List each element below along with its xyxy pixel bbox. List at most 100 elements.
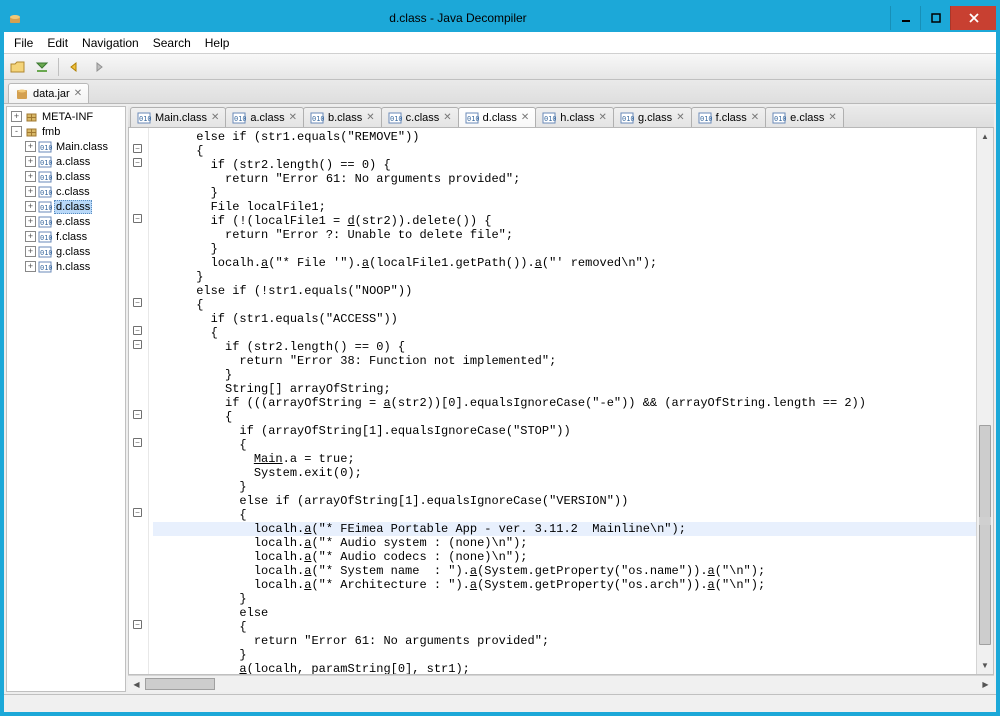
horizontal-scrollbar[interactable]: ◀ ▶ — [128, 675, 994, 692]
scroll-marker — [979, 517, 991, 525]
code-line: String[] arrayOfString; — [153, 382, 976, 396]
nav-forward-button[interactable] — [89, 57, 109, 77]
svg-text:010: 010 — [700, 115, 712, 123]
open-file-button[interactable] — [8, 57, 28, 77]
code-line: else if (arrayOfString[1].equalsIgnoreCa… — [153, 494, 976, 508]
code-line: System.exit(0); — [153, 466, 976, 480]
svg-text:010: 010 — [774, 115, 786, 123]
hscroll-thumb[interactable] — [145, 678, 215, 690]
fold-toggle[interactable]: − — [133, 620, 142, 629]
code-line: } — [153, 186, 976, 200]
scroll-down-icon[interactable]: ▼ — [977, 657, 993, 674]
close-icon[interactable]: ✕ — [211, 112, 219, 123]
code-line: } — [153, 368, 976, 382]
vertical-scrollbar[interactable]: ▲ ▼ — [976, 128, 993, 674]
fold-toggle[interactable]: − — [133, 508, 142, 517]
jar-tab-label: data.jar — [33, 88, 70, 100]
fold-toggle[interactable]: − — [133, 298, 142, 307]
code-line: localh.a("* File '").a(localFile1.getPat… — [153, 256, 976, 270]
fold-toggle[interactable]: − — [133, 340, 142, 349]
code-line: { — [153, 326, 976, 340]
code-line: return "Error ?: Unable to delete file"; — [153, 228, 976, 242]
close-icon[interactable]: ✕ — [676, 112, 684, 123]
code-line: localh.a("* FEimea Portable App - ver. 3… — [153, 522, 976, 536]
tree-node[interactable]: +010c.class — [7, 184, 125, 199]
close-icon[interactable]: ✕ — [751, 112, 759, 123]
scroll-left-icon[interactable]: ◀ — [128, 676, 145, 692]
editor-tab[interactable]: 010f.class ✕ — [691, 107, 767, 127]
fold-gutter[interactable]: − − − − − − − − − − — [129, 128, 149, 674]
editor-tab[interactable]: 010e.class ✕ — [765, 107, 844, 127]
scroll-right-icon[interactable]: ▶ — [977, 676, 994, 692]
fold-toggle[interactable]: − — [133, 158, 142, 167]
close-button[interactable] — [950, 6, 996, 30]
code-editor[interactable]: else if (str1.equals("REMOVE")) { if (st… — [149, 128, 976, 674]
window-title: d.class - Java Decompiler — [26, 11, 890, 25]
code-line: else if (!str1.equals("NOOP")) — [153, 284, 976, 298]
svg-text:010: 010 — [40, 204, 52, 212]
editor-tab[interactable]: 010c.class ✕ — [381, 107, 459, 127]
svg-text:010: 010 — [622, 115, 634, 123]
code-line: File localFile1; — [153, 200, 976, 214]
code-line: } — [153, 242, 976, 256]
tree-node[interactable]: +010h.class — [7, 259, 125, 274]
menubar: File Edit Navigation Search Help — [4, 32, 996, 54]
close-icon[interactable]: ✕ — [521, 112, 529, 123]
menu-search[interactable]: Search — [147, 34, 197, 52]
nav-back-button[interactable] — [65, 57, 85, 77]
titlebar: d.class - Java Decompiler — [4, 4, 996, 32]
fold-toggle[interactable]: − — [133, 438, 142, 447]
close-icon[interactable]: ✕ — [828, 112, 836, 123]
svg-text:010: 010 — [544, 115, 556, 123]
maximize-button[interactable] — [920, 6, 950, 30]
scroll-up-icon[interactable]: ▲ — [977, 128, 993, 145]
tree-node[interactable]: +010d.class — [7, 199, 125, 214]
editor-tab[interactable]: 010b.class ✕ — [303, 107, 382, 127]
code-line: } — [153, 480, 976, 494]
code-line: { — [153, 508, 976, 522]
fold-toggle[interactable]: − — [133, 144, 142, 153]
menu-edit[interactable]: Edit — [41, 34, 74, 52]
fold-toggle[interactable]: − — [133, 326, 142, 335]
tree-node[interactable]: +META-INF — [7, 109, 125, 124]
tree-node[interactable]: +010g.class — [7, 244, 125, 259]
code-line: { — [153, 410, 976, 424]
close-icon[interactable]: ✕ — [443, 112, 451, 123]
tree-node[interactable]: +010e.class — [7, 214, 125, 229]
package-explorer[interactable]: +META-INF-fmb+010Main.class+010a.class+0… — [6, 106, 126, 692]
code-line: a(localh, paramString[0], str1); — [153, 662, 976, 674]
expand-button[interactable] — [32, 57, 52, 77]
tree-node[interactable]: +010a.class — [7, 154, 125, 169]
editor-tab[interactable]: 010h.class ✕ — [535, 107, 614, 127]
svg-text:010: 010 — [390, 115, 402, 123]
minimize-button[interactable] — [890, 6, 920, 30]
code-line: if (!(localFile1 = d(str2)).delete()) { — [153, 214, 976, 228]
editor-tab[interactable]: 010d.class ✕ — [458, 107, 537, 127]
tree-node[interactable]: +010f.class — [7, 229, 125, 244]
code-line: { — [153, 438, 976, 452]
code-line: return "Error 61: No arguments provided"… — [153, 172, 976, 186]
close-icon[interactable]: ✕ — [366, 112, 374, 123]
jar-tab[interactable]: data.jar ✕ — [8, 83, 89, 103]
close-icon[interactable]: ✕ — [599, 112, 607, 123]
code-line: { — [153, 620, 976, 634]
fold-toggle[interactable]: − — [133, 214, 142, 223]
svg-text:010: 010 — [40, 174, 52, 182]
tree-node[interactable]: +010Main.class — [7, 139, 125, 154]
menu-navigation[interactable]: Navigation — [76, 34, 145, 52]
code-line: if (((arrayOfString = a(str2))[0].equals… — [153, 396, 976, 410]
editor-tab[interactable]: 010Main.class ✕ — [130, 107, 226, 127]
editor-tab[interactable]: 010a.class ✕ — [225, 107, 304, 127]
close-icon[interactable]: ✕ — [74, 88, 82, 99]
editor-tab[interactable]: 010g.class ✕ — [613, 107, 692, 127]
tree-node[interactable]: -fmb — [7, 124, 125, 139]
menu-help[interactable]: Help — [199, 34, 236, 52]
scroll-thumb[interactable] — [979, 425, 991, 645]
svg-text:010: 010 — [40, 189, 52, 197]
tree-node[interactable]: +010b.class — [7, 169, 125, 184]
menu-file[interactable]: File — [8, 34, 39, 52]
fold-toggle[interactable]: − — [133, 410, 142, 419]
close-icon[interactable]: ✕ — [289, 112, 297, 123]
code-line: } — [153, 270, 976, 284]
code-line: if (arrayOfString[1].equalsIgnoreCase("S… — [153, 424, 976, 438]
